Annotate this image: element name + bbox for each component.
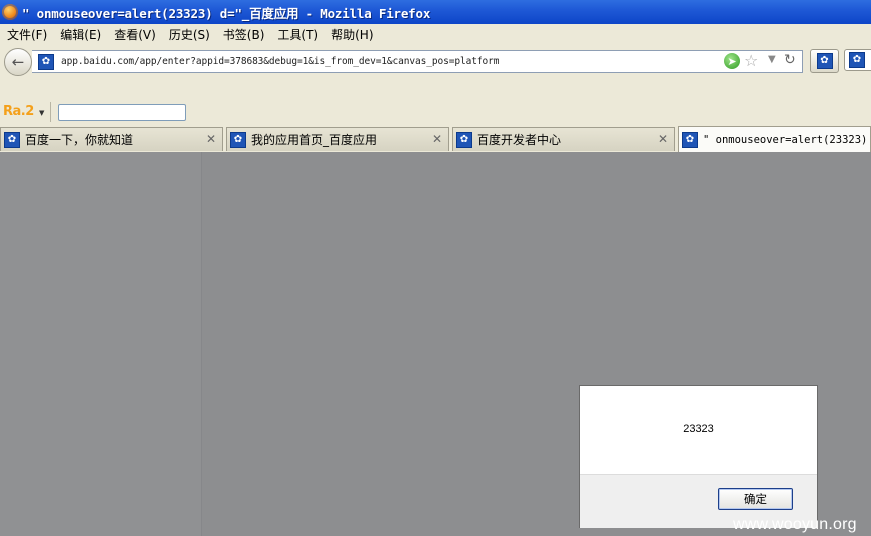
baidu-paw-icon: ✿	[38, 53, 54, 70]
baidu-paw-icon: ✿	[816, 53, 833, 69]
menu-history[interactable]: 历史(S)	[169, 26, 210, 43]
chevron-down-icon[interactable]: ▼	[39, 109, 44, 117]
tab-developer-center[interactable]: ✿ 百度开发者中心 ✕	[452, 127, 675, 151]
window-titlebar: " onmouseover=alert(23323) d="_百度应用 - Mo…	[0, 0, 871, 24]
ra2-logo[interactable]: Ra.2	[3, 104, 34, 119]
close-icon[interactable]: ✕	[432, 132, 442, 146]
tab-active-app[interactable]: ✿ " onmouseover=alert(23323) d="_百度应用	[678, 126, 871, 152]
star-icon[interactable]: ☆	[744, 51, 758, 70]
reload-icon[interactable]: ↻	[784, 52, 796, 68]
url-text[interactable]: app.baidu.com/app/enter?appid=378683&deb…	[61, 56, 499, 67]
baidu-paw-icon: ✿	[456, 131, 472, 148]
search-engine-button[interactable]: ✿	[844, 49, 871, 71]
menu-bookmarks[interactable]: 书签(B)	[223, 26, 265, 43]
left-pane	[0, 152, 202, 536]
back-arrow-icon: ←	[11, 53, 25, 71]
tab-label: 百度开发者中心	[477, 133, 562, 147]
tab-label: 我的应用首页_百度应用	[251, 133, 378, 147]
baidu-paw-icon: ✿	[682, 131, 698, 148]
alert-message: 23323	[683, 423, 714, 435]
menu-tools[interactable]: 工具(T)	[277, 26, 318, 43]
baidu-paw-icon: ✿	[849, 52, 865, 68]
menu-file[interactable]: 文件(F)	[7, 26, 47, 43]
ok-button[interactable]: 确定	[718, 488, 793, 510]
toolbar-extension-button[interactable]: ✿	[810, 49, 839, 73]
menu-edit[interactable]: 编辑(E)	[60, 26, 101, 43]
toolbar-separator	[50, 102, 51, 122]
ra2-input[interactable]	[58, 104, 186, 121]
close-icon[interactable]: ✕	[206, 132, 216, 146]
navigation-toolbar: ← ✿ app.baidu.com/app/enter?appid=378683…	[0, 45, 871, 78]
alert-dialog: 23323 确定	[579, 385, 818, 528]
go-arrow-icon[interactable]: ➤	[724, 53, 740, 69]
tab-strip: ✿ 百度一下，你就知道 ✕ ✿ 我的应用首页_百度应用 ✕ ✿ 百度开发者中心 …	[0, 125, 871, 153]
menu-bar: 文件(F) 编辑(E) 查看(V) 历史(S) 书签(B) 工具(T) 帮助(H…	[0, 24, 871, 45]
watermark: www.wooyun.org	[733, 516, 857, 533]
tab-baidu-home[interactable]: ✿ 百度一下，你就知道 ✕	[0, 127, 223, 151]
back-button[interactable]: ←	[4, 48, 32, 76]
baidu-paw-icon: ✿	[4, 131, 20, 148]
window-title: " onmouseover=alert(23323) d="_百度应用 - Mo…	[22, 5, 431, 21]
firefox-icon	[2, 4, 18, 20]
menu-view[interactable]: 查看(V)	[114, 26, 156, 43]
url-bar[interactable]: ✿ app.baidu.com/app/enter?appid=378683&d…	[32, 50, 803, 73]
baidu-paw-icon: ✿	[230, 131, 246, 148]
url-dropdown-icon[interactable]: ▼	[768, 54, 776, 65]
menu-help[interactable]: 帮助(H)	[331, 26, 373, 43]
close-icon[interactable]: ✕	[658, 132, 668, 146]
tab-label: 百度一下，你就知道	[25, 133, 134, 147]
addon-toolbar: Ra.2 ▼	[0, 78, 871, 125]
tab-label: " onmouseover=alert(23323) d="_百度应用	[703, 134, 870, 146]
tab-my-apps[interactable]: ✿ 我的应用首页_百度应用 ✕	[226, 127, 449, 151]
